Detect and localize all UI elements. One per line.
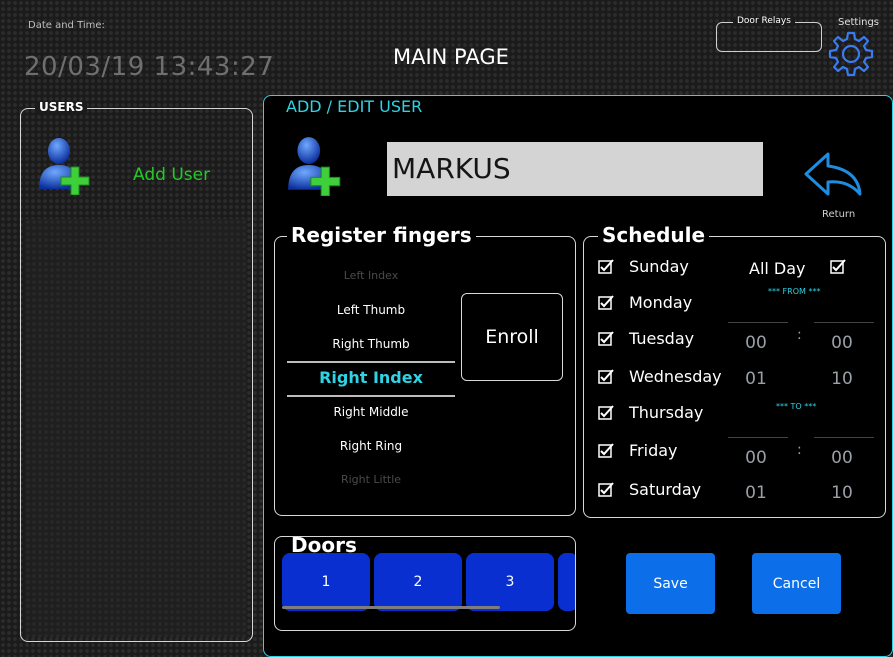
from-separator: : [797,327,802,343]
settings-label: Settings [838,17,880,28]
selection-divider-top [287,361,455,363]
to-minute-next[interactable]: 10 [812,483,872,503]
from-hour-value[interactable]: 00 [726,333,786,353]
day-label-wednesday: Wednesday [629,367,722,386]
day-label-saturday: Saturday [629,480,702,499]
all-day-checkbox[interactable] [830,259,846,274]
doors-panel: Doors 1 2 3 [274,536,576,631]
day-checkbox-thursday[interactable] [598,405,614,420]
day-checkbox-sunday[interactable] [598,259,614,274]
from-minute-next[interactable]: 10 [812,369,872,389]
register-fingers-title: Register fingers [287,225,476,245]
day-checkbox-wednesday[interactable] [598,369,614,384]
page-title: MAIN PAGE [393,45,509,69]
user-name-field[interactable]: MARKUS [387,142,763,196]
add-user-label: Add User [133,165,211,185]
schedule-panel: Schedule Sunday Monday Tuesday Wednesday Thu… [583,225,886,518]
from-label: *** FROM *** [768,287,821,296]
from-minute-value[interactable]: 00 [812,333,872,353]
all-day-label: All Day [749,259,806,278]
door-button-partial[interactable] [558,553,575,611]
to-separator: : [797,442,802,458]
to-minute-value[interactable]: 00 [812,448,872,468]
datetime-label: Date and Time: [28,20,105,31]
save-label: Save [653,575,688,592]
user-list[interactable] [25,219,247,637]
finger-right-middle[interactable]: Right Middle [287,405,455,419]
day-label-sunday: Sunday [629,257,689,276]
to-hour-value[interactable]: 00 [726,448,786,468]
finger-list[interactable]: Left Index Left Thumb Right Thumb Right … [287,265,455,495]
register-fingers-panel: Register fingers Left Index Left Thumb R… [274,225,576,516]
add-user-row[interactable]: Add User [21,123,252,203]
door-relays-box[interactable]: Door Relays [716,17,822,52]
to-label: *** TO *** [776,402,817,411]
finger-right-ring[interactable]: Right Ring [287,439,455,453]
finger-right-little[interactable]: Right Little [287,473,455,486]
save-button[interactable]: Save [626,553,715,614]
from-minute-line [814,322,874,323]
day-checkbox-tuesday[interactable] [598,331,614,346]
day-label-tuesday: Tuesday [629,329,695,348]
edit-user-panel-title: ADD / EDIT USER [282,99,427,115]
gear-icon[interactable] [828,31,874,77]
door-button-1[interactable]: 1 [282,553,370,611]
door-relays-label: Door Relays [733,17,795,26]
door-button-2-label: 2 [413,574,423,590]
day-label-friday: Friday [629,441,678,460]
door-button-3-label: 3 [505,574,515,590]
edit-user-panel: ADD / EDIT USER MARKUS Return Register f… [263,95,893,657]
doors-scrollbar[interactable] [282,606,500,609]
enroll-button[interactable]: Enroll [461,293,563,381]
cancel-button[interactable]: Cancel [752,553,841,614]
day-label-thursday: Thursday [629,403,704,422]
day-checkbox-monday[interactable] [598,295,614,310]
selection-divider-bottom [287,395,455,397]
finger-left-thumb[interactable]: Left Thumb [287,303,455,317]
from-hour-line [728,322,788,323]
door-button-3[interactable]: 3 [466,553,554,611]
to-hour-next[interactable]: 01 [726,483,786,503]
return-label: Return [822,209,856,220]
edit-user-icon [284,132,348,197]
to-hour-line [728,437,788,438]
finger-right-index[interactable]: Right Index [287,368,455,387]
door-button-2[interactable]: 2 [374,553,462,611]
finger-left-index[interactable]: Left Index [287,269,455,282]
add-user-icon [35,133,97,196]
user-name-value: MARKUS [392,152,511,185]
to-minute-line [814,437,874,438]
door-button-1-label: 1 [321,574,331,590]
day-checkbox-saturday[interactable] [598,482,614,497]
finger-right-thumb[interactable]: Right Thumb [287,337,455,351]
cancel-label: Cancel [772,575,821,592]
return-arrow-icon[interactable] [802,148,866,202]
users-panel: USERS Add User [20,101,253,642]
day-checkbox-friday[interactable] [598,443,614,458]
day-label-monday: Monday [629,293,693,312]
from-hour-next[interactable]: 01 [726,369,786,389]
datetime-value: 20/03/19 13:43:27 [24,52,275,82]
users-panel-title: USERS [35,101,88,113]
schedule-title: Schedule [598,225,710,245]
enroll-label: Enroll [485,326,539,348]
